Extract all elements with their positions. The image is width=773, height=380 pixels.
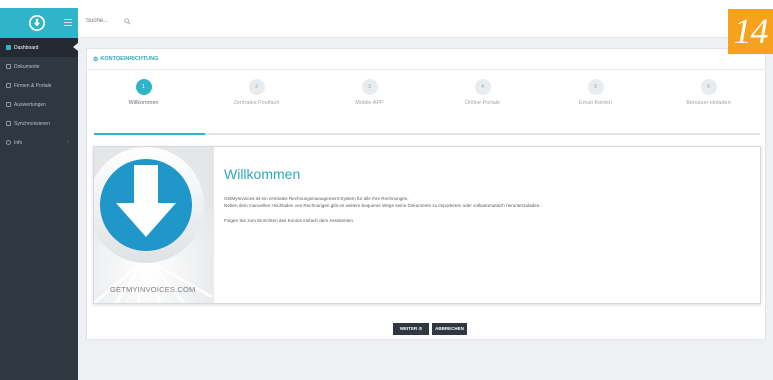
sidebar-item-label: Dokumente [14, 63, 40, 70]
sidebar-nav: Dashboard Dokumente Firmen & Portale Aus… [0, 38, 78, 152]
sidebar-item-label: Synchronisieren [14, 120, 50, 127]
sync-icon [6, 121, 11, 126]
document-icon [6, 64, 11, 69]
cancel-button[interactable]: ABBRECHEN [432, 323, 467, 335]
hero-caption: GETMYINVOICES.COM [110, 285, 196, 294]
step-label: Benutzer einladen [686, 100, 731, 106]
sidebar-item-synchronisieren[interactable]: Synchronisieren [0, 114, 78, 133]
hamburger-menu-icon[interactable] [64, 19, 72, 26]
sidebar-item-info[interactable]: Info ‹ [0, 133, 78, 152]
sidebar-item-dokumente[interactable]: Dokumente [0, 57, 78, 76]
wizard-steps: 1 Willkommen 2 Zentrales Postfach 3 Mobi… [87, 79, 767, 119]
step-number: 2 [248, 79, 265, 95]
sidebar-item-label: Firmen & Portale [14, 82, 52, 89]
search-input[interactable] [86, 18, 116, 24]
step-label: Willkommen [128, 100, 159, 106]
chart-icon [6, 102, 11, 107]
welcome-title: Willkommen [224, 166, 301, 182]
sidebar-item-dashboard[interactable]: Dashboard [0, 38, 78, 57]
step-benutzer-einladen[interactable]: 6 Benutzer einladen [652, 79, 765, 106]
chevron-left-icon: ‹ [67, 139, 69, 145]
sidebar-item-label: Info [14, 139, 23, 146]
step-label: Mobile APP [355, 100, 384, 106]
hero-image: GETMYINVOICES.COM [94, 147, 214, 303]
welcome-text-line: GetMyInvoices ist ein zentrales Rechnung… [224, 196, 409, 201]
info-icon [6, 140, 11, 145]
next-button[interactable]: WEITER ⊙ [393, 323, 429, 335]
step-number: 3 [361, 79, 378, 95]
step-label: Online-Portale [464, 100, 501, 106]
page-number-badge: 14 [728, 9, 773, 54]
wizard-progress-bar [94, 133, 760, 135]
step-label: Zentrales Postfach [233, 100, 280, 106]
sidebar-item-auswertungen[interactable]: Auswertungen [0, 95, 78, 114]
account-setup-card: ⚙ KONTOEINRICHTUNG 1 Willkommen 2 Zentra… [86, 48, 766, 340]
sidebar-item-label: Auswertungen [14, 101, 46, 108]
step-number: 4 [474, 79, 491, 95]
welcome-text-line: Neben dem manuellen Hochladen von Rechnu… [224, 203, 541, 208]
sidebar-item-firmen-portale[interactable]: Firmen & Portale [0, 76, 78, 95]
welcome-text-line: Folgen Sie zum Einrichten des Kontos ein… [224, 218, 355, 223]
search-icon[interactable] [124, 18, 131, 25]
step-zentrales-postfach[interactable]: 2 Zentrales Postfach [200, 79, 313, 106]
step-willkommen[interactable]: 1 Willkommen [87, 79, 200, 106]
step-number: 6 [700, 79, 717, 95]
wizard-progress-fill [94, 133, 206, 135]
welcome-panel: GETMYINVOICES.COM Willkommen GetMyInvoic… [93, 146, 761, 304]
dashboard-icon [6, 45, 11, 50]
building-icon [6, 83, 11, 88]
sidebar-header [0, 8, 78, 38]
app-window: Dashboard Dokumente Firmen & Portale Aus… [0, 8, 773, 380]
step-number: 1 [135, 79, 152, 95]
step-label: Email-Konten [578, 100, 613, 106]
step-number: 5 [587, 79, 604, 95]
step-mobile-app[interactable]: 3 Mobile APP [313, 79, 426, 106]
step-email-konten[interactable]: 5 Email-Konten [539, 79, 652, 106]
card-title: KONTOEINRICHTUNG [100, 56, 159, 62]
step-online-portale[interactable]: 4 Online-Portale [426, 79, 539, 106]
gear-icon: ⚙ [93, 56, 99, 63]
sidebar-item-label: Dashboard [14, 44, 39, 51]
top-bar [78, 8, 773, 38]
logo-download-icon[interactable] [29, 15, 45, 31]
sidebar: Dashboard Dokumente Firmen & Portale Aus… [0, 8, 78, 380]
card-header: ⚙ KONTOEINRICHTUNG [87, 49, 765, 70]
